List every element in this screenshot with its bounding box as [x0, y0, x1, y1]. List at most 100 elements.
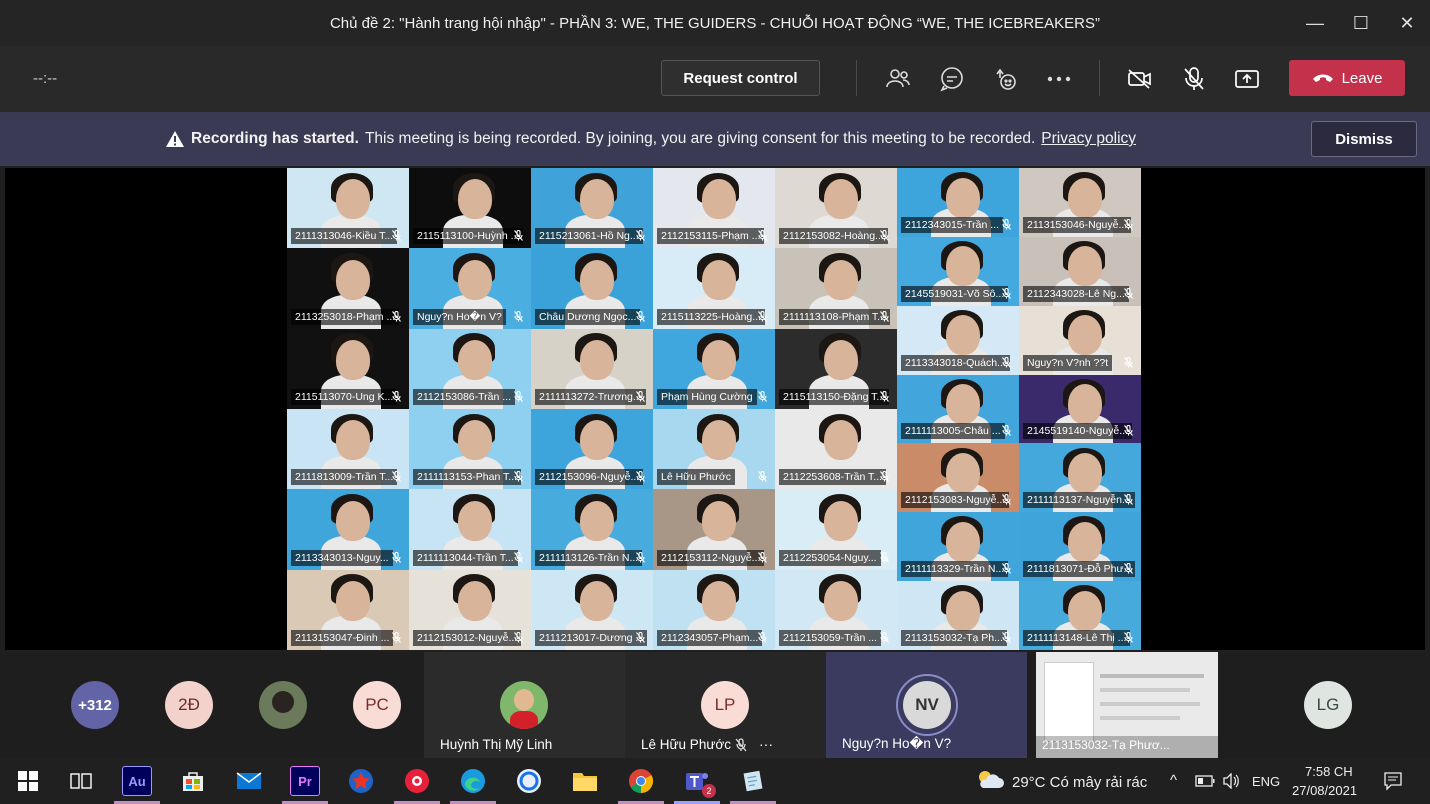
participant-video-tile[interactable]: 2112153112-Nguyễ... — [653, 489, 775, 570]
participant-avatar-lg[interactable]: LG — [1304, 681, 1352, 729]
participant-video-tile[interactable]: 2115213061-Hồ Ng... — [531, 168, 653, 249]
participant-video-tile[interactable]: 2112153082-Hoàng... — [775, 168, 897, 249]
participant-name-label: Lê Hữu Phước — [657, 469, 735, 486]
participants-icon[interactable] — [884, 65, 912, 93]
participant-figure — [1067, 246, 1102, 287]
tray-chevron-icon[interactable]: ^ — [1170, 772, 1177, 789]
participant-video-tile[interactable]: 2115113100-Huỳnh ... — [409, 168, 531, 249]
notifications-icon[interactable] — [1383, 771, 1403, 791]
clock-date[interactable]: 27/08/2021 — [1292, 783, 1357, 798]
participant-video-tile[interactable]: Nguy?n Ho�n V? — [409, 248, 531, 329]
participant-avatar-pc[interactable]: PC — [353, 681, 401, 729]
participant-video-tile[interactable]: Nguy?n V?nh ??t — [1019, 305, 1141, 375]
participant-name-label: Châu Dương Ngọc... — [535, 308, 641, 325]
participant-video-tile[interactable]: 2112153083-Nguyễ... — [897, 443, 1019, 513]
participant-video-tile[interactable]: 2111113126-Trần N... — [531, 489, 653, 570]
participant-video-tile[interactable]: 2111813071-Đỗ Phư... — [1019, 512, 1141, 582]
mic-off-icon[interactable] — [1180, 65, 1208, 93]
notepad-app-icon[interactable] — [738, 766, 768, 796]
chat-icon[interactable] — [938, 65, 966, 93]
participant-video-tile[interactable]: 2112153115-Phạm ... — [653, 168, 775, 249]
participant-video-tile[interactable]: 2113343013-Nguy... — [287, 489, 409, 570]
participant-video-tile[interactable]: 2111113137-Nguyễn... — [1019, 443, 1141, 513]
leave-button[interactable]: Leave — [1289, 60, 1405, 96]
clock-time[interactable]: 7:58 CH — [1305, 764, 1353, 779]
more-actions-icon[interactable] — [1045, 65, 1073, 93]
participants-bar: +312 2Đ PC Huỳnh Thị Mỹ Linh LP Lê Hữu P… — [0, 652, 1430, 758]
battery-icon[interactable] — [1195, 775, 1215, 787]
participant-video-tile[interactable]: 2145519140-Nguyễ... — [1019, 374, 1141, 444]
dismiss-button[interactable]: Dismiss — [1311, 121, 1417, 157]
more-options-icon[interactable]: ··· — [759, 736, 773, 752]
volume-icon[interactable] — [1222, 773, 1240, 789]
participant-video-tile[interactable]: 2111813009-Trần T... — [287, 409, 409, 490]
chrome-browser-icon[interactable] — [626, 766, 656, 796]
participant-video-tile[interactable]: 2112253054-Nguy... — [775, 489, 897, 570]
recording-banner: Recording has started. This meeting is b… — [0, 112, 1430, 166]
participant-video-tile[interactable]: 2113253018-Phạm ... — [287, 248, 409, 329]
audition-app-icon[interactable]: Au — [122, 766, 152, 796]
participant-card-le-huu-phuoc[interactable]: LP Lê Hữu Phước ··· — [625, 652, 826, 758]
participant-video-tile[interactable]: 2145519031-Võ Sô... — [897, 236, 1019, 306]
participant-video-tile[interactable]: 2111113148-Lê Thị ... — [1019, 581, 1141, 650]
maximize-button[interactable]: ☐ — [1338, 0, 1384, 46]
participant-video-tile[interactable]: 2112153086-Trần ... — [409, 328, 531, 409]
task-view-icon[interactable] — [66, 766, 96, 796]
participant-video-tile[interactable]: 2112153012-Nguyễ... — [409, 569, 531, 650]
participant-avatar-2d[interactable]: 2Đ — [165, 681, 213, 729]
participant-screen-thumbnail[interactable]: 2113153032-Tạ Phươ... — [1036, 652, 1218, 758]
minimize-button[interactable]: — — [1292, 0, 1338, 46]
file-explorer-icon[interactable] — [570, 766, 600, 796]
participant-video-tile[interactable]: 2111313046-Kiều T... — [287, 168, 409, 249]
overflow-participants-button[interactable]: +312 — [71, 681, 119, 729]
participant-video-tile[interactable]: 2111113272-Trương... — [531, 328, 653, 409]
participant-video-tile[interactable]: 2112343015-Trần ... — [897, 168, 1019, 237]
mail-app-icon[interactable] — [234, 766, 264, 796]
teams-app-icon[interactable]: 2 — [682, 766, 716, 798]
phone-hangup-icon — [1312, 74, 1333, 82]
reactions-icon[interactable] — [991, 65, 1019, 93]
request-control-button[interactable]: Request control — [661, 60, 820, 96]
youth-union-app-icon[interactable] — [346, 766, 376, 796]
participant-video-tile[interactable]: 2111113329-Trần N... — [897, 512, 1019, 582]
participant-video-tile[interactable]: 2111113005-Châu ... — [897, 374, 1019, 444]
participant-video-tile[interactable]: 2112343028-Lê Ng... — [1019, 236, 1141, 306]
participant-video-tile[interactable]: 2111213017-Dương ... — [531, 569, 653, 650]
store-app-icon[interactable] — [178, 766, 208, 796]
participant-video-tile[interactable]: 2112253608-Trần T... — [775, 409, 897, 490]
premiere-app-icon[interactable]: Pr — [290, 766, 320, 796]
participant-video-tile[interactable]: 2111113153-Phan T... — [409, 409, 531, 490]
camera-off-icon[interactable] — [1126, 65, 1154, 93]
recording-heading: Recording has started. — [191, 130, 359, 147]
participant-video-tile[interactable]: Châu Dương Ngọc... — [531, 248, 653, 329]
participant-video-tile[interactable]: 2113343018-Quách... — [897, 305, 1019, 375]
weather-text[interactable]: 29°C Có mây rải rác — [1012, 774, 1147, 791]
privacy-policy-link[interactable]: Privacy policy — [1041, 130, 1136, 148]
windows-start-icon[interactable] — [13, 766, 43, 796]
coccoc-browser-icon[interactable] — [514, 766, 544, 796]
participant-video-tile[interactable]: 2112153059-Trần ... — [775, 569, 897, 650]
participant-video-tile[interactable]: Phạm Hùng Cường — [653, 328, 775, 409]
participant-figure — [823, 500, 858, 541]
participant-video-tile[interactable]: 2113153046-Nguyễ... — [1019, 168, 1141, 237]
participant-video-tile[interactable]: 2115113070-Ung K... — [287, 328, 409, 409]
participant-photo-avatar[interactable] — [259, 681, 307, 729]
participant-name-label: 2113343013-Nguy... — [291, 549, 393, 566]
participant-card-huynh-thi-my-linh[interactable]: Huỳnh Thị Mỹ Linh — [424, 652, 625, 758]
participant-video-tile[interactable]: Lê Hữu Phước — [653, 409, 775, 490]
participant-video-tile[interactable]: 2112153096-Nguyễ... — [531, 409, 653, 490]
mic-off-icon — [514, 310, 523, 324]
edge-browser-icon[interactable] — [458, 766, 488, 796]
participant-video-tile[interactable]: 2111113044-Trần T... — [409, 489, 531, 570]
participant-video-tile[interactable]: 2115113150-Đặng T... — [775, 328, 897, 409]
screen-recorder-app-icon[interactable] — [402, 766, 432, 796]
participant-video-tile[interactable]: 2115113225-Hoàng... — [653, 248, 775, 329]
close-button[interactable]: ✕ — [1384, 0, 1430, 46]
participant-card-nguyen-hoan-v[interactable]: NV Nguy?n Ho�n V? — [826, 652, 1027, 758]
participant-video-tile[interactable]: 2111113108-Phạm T... — [775, 248, 897, 329]
participant-video-tile[interactable]: 2112343057-Phạm... — [653, 569, 775, 650]
language-indicator[interactable]: ENG — [1252, 774, 1280, 789]
participant-video-tile[interactable]: 2113153032-Tạ Ph... — [897, 581, 1019, 650]
share-screen-icon[interactable] — [1233, 65, 1261, 93]
participant-video-tile[interactable]: 2113153047-Đinh ... — [287, 569, 409, 650]
